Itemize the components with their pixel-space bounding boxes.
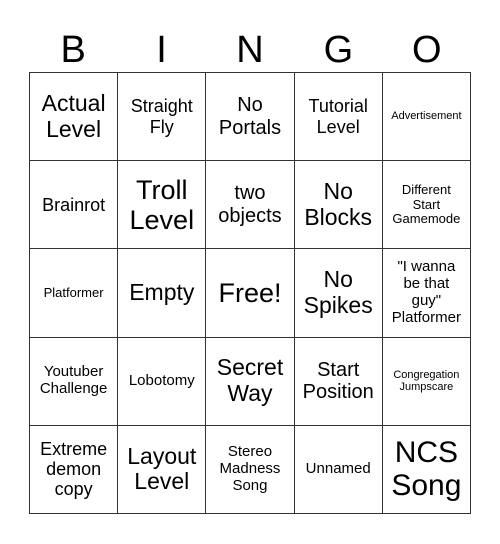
bingo-cell[interactable]: Congregation Jumpscare (382, 337, 471, 426)
bingo-cell[interactable]: Stereo Madness Song (206, 425, 295, 514)
cell-text: "I wanna be that guy" Platformer (391, 258, 461, 326)
cell-text: Brainrot (42, 194, 106, 215)
cell-text: Free! (218, 277, 282, 308)
bingo-cell[interactable]: Brainrot (30, 161, 119, 250)
cell-text: Extreme demon copy (40, 439, 108, 500)
cell-text: Stereo Madness Song (219, 443, 281, 494)
cell-text: Straight Fly (130, 96, 193, 137)
cell-text: Platformer (43, 284, 104, 300)
bingo-cell[interactable]: Free! (206, 249, 295, 338)
bingo-cell[interactable]: Different Start Gamemode (382, 161, 471, 250)
header-letter-i: I (156, 29, 167, 71)
cell-text: NCS Song (391, 435, 462, 503)
cell-text: Tutorial Level (308, 96, 368, 137)
cell-text: Secret Way (216, 354, 284, 407)
cell-text: Congregation Jumpscare (393, 368, 460, 394)
bingo-cell[interactable]: Actual Level (30, 73, 119, 162)
bingo-grid: Actual Level Straight Fly No Portals Tut… (29, 72, 471, 514)
cell-text: Different Start Gamemode (392, 181, 461, 227)
bingo-cell[interactable]: Empty (118, 249, 207, 338)
bingo-header: B I N G O (29, 28, 471, 72)
bingo-cell[interactable]: Lobotomy (118, 337, 207, 426)
cell-text: Start Position (302, 358, 374, 404)
cell-text: Advertisement (391, 110, 462, 123)
cell-text: No Portals (218, 94, 282, 139)
bingo-cell[interactable]: Layout Level (118, 425, 207, 514)
bingo-cell[interactable]: Troll Level (118, 161, 207, 250)
bingo-cell[interactable]: No Spikes (294, 249, 383, 338)
cell-text: Youtuber Challenge (39, 363, 108, 398)
cell-text: Empty (129, 279, 195, 306)
bingo-cell[interactable]: Extreme demon copy (30, 425, 119, 514)
header-letter-b: B (60, 29, 86, 71)
bingo-cell[interactable]: Unnamed (294, 425, 383, 514)
bingo-cell[interactable]: Start Position (294, 337, 383, 426)
bingo-cell[interactable]: two objects (206, 161, 295, 250)
cell-text: No Spikes (303, 266, 373, 318)
bingo-cell[interactable]: Secret Way (206, 337, 295, 426)
cell-text: two objects (218, 182, 282, 227)
cell-text: Unnamed (305, 459, 371, 477)
bingo-cell[interactable]: Straight Fly (118, 73, 207, 162)
cell-text: Lobotomy (128, 371, 195, 389)
header-letter-o: O (411, 29, 442, 71)
bingo-cell[interactable]: No Portals (206, 73, 295, 162)
bingo-cell[interactable]: NCS Song (382, 425, 471, 514)
bingo-cell[interactable]: "I wanna be that guy" Platformer (382, 249, 471, 338)
bingo-cell[interactable]: Platformer (30, 249, 119, 338)
header-letter-g: G (323, 29, 354, 71)
cell-text: Actual Level (41, 89, 106, 142)
bingo-cell[interactable]: Youtuber Challenge (30, 337, 119, 426)
bingo-cell[interactable]: Tutorial Level (294, 73, 383, 162)
bingo-cell[interactable]: Advertisement (382, 73, 471, 162)
header-letter-n: N (236, 29, 264, 71)
cell-text: Troll Level (129, 174, 195, 235)
cell-text: No Blocks (304, 178, 373, 230)
cell-text: Layout Level (127, 442, 197, 495)
bingo-cell[interactable]: No Blocks (294, 161, 383, 250)
